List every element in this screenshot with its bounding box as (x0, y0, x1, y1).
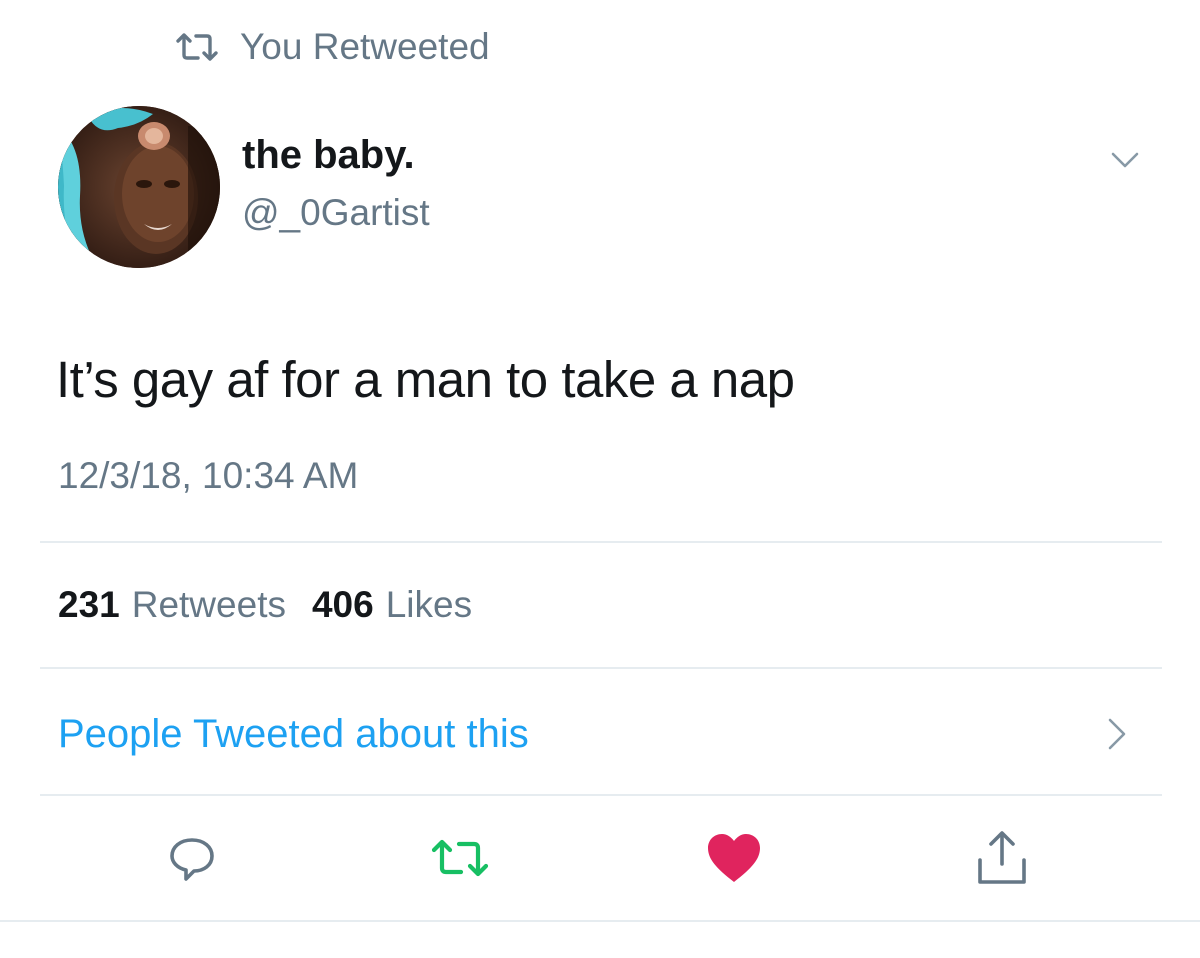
retweet-context-label: You Retweeted (240, 26, 490, 67)
retweet-button[interactable] (428, 828, 492, 892)
tweet-text: It’s gay af for a man to take a nap (56, 351, 795, 408)
likes-label[interactable]: Likes (386, 580, 472, 630)
retweet-context: You Retweeted (174, 22, 490, 72)
tweet-stats: 231 Retweets 406 Likes (58, 580, 486, 630)
people-tweeted-link[interactable]: People Tweeted about this (58, 707, 529, 761)
likes-count[interactable]: 406 (312, 580, 374, 630)
chevron-right-icon[interactable] (1102, 712, 1132, 756)
divider (40, 667, 1162, 669)
retweets-count[interactable]: 231 (58, 580, 120, 630)
share-icon (972, 828, 1032, 893)
share-button[interactable] (970, 828, 1034, 892)
author-handle[interactable]: @_0Gartist (242, 188, 430, 238)
heart-icon (704, 830, 764, 891)
chevron-down-icon[interactable] (1100, 140, 1150, 180)
divider (40, 541, 1162, 543)
retweets-label[interactable]: Retweets (132, 580, 286, 630)
bottom-divider (0, 920, 1200, 922)
like-button[interactable] (702, 828, 766, 892)
reply-button[interactable] (160, 828, 224, 892)
tweet-detail: You Retweeted the baby. @_0Gartist It’s … (0, 0, 1200, 958)
divider (40, 794, 1162, 796)
reply-icon (164, 830, 220, 891)
tweet-actions (0, 828, 1200, 892)
tweet-timestamp: 12/3/18, 10:34 AM (58, 455, 359, 496)
retweet-context-icon (174, 31, 220, 63)
avatar[interactable] (58, 106, 220, 268)
author-name[interactable]: the baby. (242, 130, 415, 180)
retweet-icon (429, 836, 491, 885)
